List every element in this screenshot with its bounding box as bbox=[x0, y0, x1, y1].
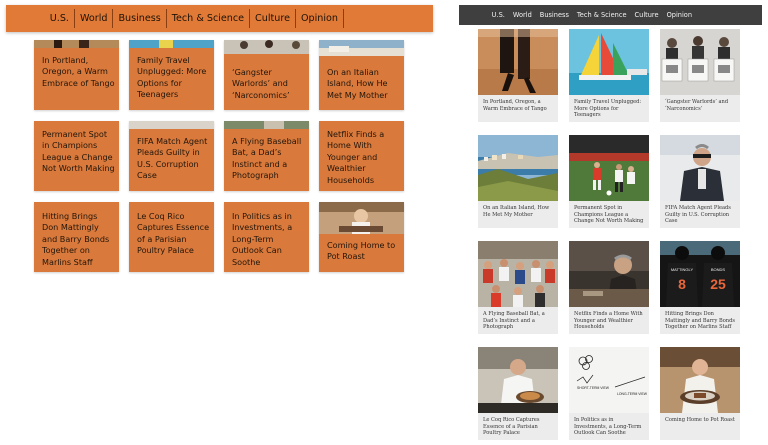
protest-photo bbox=[660, 29, 740, 95]
right-tile-netflix[interactable]: Netflix Finds a Home With Younger and We… bbox=[569, 241, 649, 334]
tile-headline: A Flying Baseball Bat, a Dad’s Instinct … bbox=[483, 311, 545, 331]
jersey-number-mattingly: 8 bbox=[678, 276, 686, 292]
jersey-name-bonds: BONDS bbox=[711, 267, 726, 272]
tile-headline: Netflix Finds a Home With Younger and We… bbox=[327, 129, 385, 185]
nav-item-culture[interactable]: Culture bbox=[631, 11, 663, 19]
tile-headline: FIFA Match Agent Pleads Guilty in U.S. C… bbox=[665, 205, 731, 225]
tile-headline: Family Travel Unplugged: More Options fo… bbox=[137, 55, 207, 100]
left-tile-italian-island[interactable]: On an Italian Island, How He Met My Moth… bbox=[319, 40, 404, 110]
soccer-photo bbox=[569, 135, 649, 201]
nav-item-opinion[interactable]: Opinion bbox=[663, 11, 696, 19]
nav-item-world[interactable]: World bbox=[73, 9, 113, 28]
right-tile-mattingly-bonds[interactable]: MATTINGLY 8 BONDS 25 Hitting Brings Don … bbox=[660, 241, 740, 334]
tile-photo-strip bbox=[224, 121, 309, 129]
tile-headline: Le Coq Rico Captures Essence of a Parisi… bbox=[137, 211, 210, 256]
jersey-number-bonds: 25 bbox=[710, 276, 726, 292]
right-tile-le-coq-rico[interactable]: Le Coq Rico Captures Essence of a Parisi… bbox=[478, 347, 558, 440]
right-tile-champions-league[interactable]: Permanent Spot in Champions League a Cha… bbox=[569, 135, 649, 228]
right-tile-fifa[interactable]: FIFA Match Agent Pleads Guilty in U.S. C… bbox=[660, 135, 740, 228]
nav-item-business[interactable]: Business bbox=[112, 9, 165, 28]
nav-item-us[interactable]: U.S. bbox=[45, 9, 74, 28]
right-tile-italian-island[interactable]: On an Italian Island, How He Met My Moth… bbox=[478, 135, 558, 228]
tile-headline: On an Italian Island, How He Met My Moth… bbox=[483, 205, 550, 218]
left-tile-champions-league[interactable]: Permanent Spot in Champions League a Cha… bbox=[34, 121, 119, 191]
tile-headline: Permanent Spot in Champions League a Cha… bbox=[42, 129, 115, 174]
tile-photo-strip bbox=[224, 40, 309, 54]
chef-photo bbox=[478, 347, 558, 413]
marlins-players-photo: MATTINGLY 8 BONDS 25 bbox=[660, 241, 740, 307]
tile-headline: A Flying Baseball Bat, a Dad’s Instinct … bbox=[232, 136, 302, 181]
tile-headline: Netflix Finds a Home With Younger and We… bbox=[574, 311, 643, 331]
tile-photo-strip bbox=[129, 40, 214, 48]
right-tile-tango[interactable]: In Portland, Oregon, a Warm Embrace of T… bbox=[478, 29, 558, 122]
tile-headline: On an Italian Island, How He Met My Moth… bbox=[327, 67, 388, 100]
baseball-crowd-photo bbox=[478, 241, 558, 307]
nav-item-world[interactable]: World bbox=[509, 11, 536, 19]
left-tile-le-coq-rico[interactable]: Le Coq Rico Captures Essence of a Parisi… bbox=[129, 202, 214, 272]
tile-headline: Le Coq Rico Captures Essence of a Parisi… bbox=[483, 417, 540, 437]
tile-photo-strip bbox=[129, 121, 214, 129]
right-tile-baseball-bat[interactable]: A Flying Baseball Bat, a Dad’s Instinct … bbox=[478, 241, 558, 334]
tango-photo bbox=[478, 29, 558, 95]
tile-photo bbox=[319, 202, 404, 234]
tile-headline: In Politics as in Investments, a Long-Te… bbox=[574, 417, 642, 437]
left-tile-family-travel[interactable]: Family Travel Unplugged: More Options fo… bbox=[129, 40, 214, 110]
tile-headline: Coming Home to Pot Roast bbox=[327, 240, 396, 262]
tile-headline: In Politics as in Investments, a Long-Te… bbox=[232, 211, 293, 267]
nav-item-culture[interactable]: Culture bbox=[249, 9, 295, 28]
left-tile-tango[interactable]: In Portland, Oregon, a Warm Embrace of T… bbox=[34, 40, 119, 110]
tile-photo-strip bbox=[319, 40, 404, 56]
left-tile-netflix[interactable]: Netflix Finds a Home With Younger and We… bbox=[319, 121, 404, 191]
right-tile-pot-roast[interactable]: Coming Home to Pot Roast bbox=[660, 347, 740, 440]
left-tile-mattingly-bonds[interactable]: Hitting Brings Don Mattingly and Barry B… bbox=[34, 202, 119, 272]
nav-item-opinion[interactable]: Opinion bbox=[294, 9, 344, 28]
left-tile-baseball-bat[interactable]: A Flying Baseball Bat, a Dad’s Instinct … bbox=[224, 121, 309, 191]
nav-item-us[interactable]: U.S. bbox=[488, 11, 509, 19]
sketch-label-short-term: SHORT-TERM VIEW bbox=[577, 386, 610, 390]
netflix-exec-photo bbox=[569, 241, 649, 307]
tile-headline: Hitting Brings Don Mattingly and Barry B… bbox=[42, 211, 110, 267]
sketch-illustration: SHORT-TERM VIEW LONG-TERM VIEW bbox=[569, 347, 649, 413]
left-tile-politics-investments[interactable]: In Politics as in Investments, a Long-Te… bbox=[224, 202, 309, 272]
pot-roast-photo bbox=[660, 347, 740, 413]
right-tile-politics-investments[interactable]: SHORT-TERM VIEW LONG-TERM VIEW In Politi… bbox=[569, 347, 649, 440]
tile-headline: Family Travel Unplugged: More Options fo… bbox=[574, 99, 642, 119]
sketch-label-long-term: LONG-TERM VIEW bbox=[617, 392, 648, 396]
tile-headline: In Portland, Oregon, a Warm Embrace of T… bbox=[483, 99, 547, 112]
left-tile-gangster-warlords[interactable]: ‘Gangster Warlords’ and ‘Narconomics’ bbox=[224, 40, 309, 110]
right-tile-gangster-warlords[interactable]: ‘Gangster Warlords’ and ‘Narconomics’ bbox=[660, 29, 740, 122]
tile-headline: In Portland, Oregon, a Warm Embrace of T… bbox=[42, 55, 115, 88]
left-article-grid: In Portland, Oregon, a Warm Embrace of T… bbox=[34, 40, 408, 272]
left-tile-fifa[interactable]: FIFA Match Agent Pleads Guilty in U.S. C… bbox=[129, 121, 214, 191]
tile-headline: Hitting Brings Don Mattingly and Barry B… bbox=[665, 311, 735, 331]
right-tile-family-travel[interactable]: Family Travel Unplugged: More Options fo… bbox=[569, 29, 649, 122]
nav-item-tech-science[interactable]: Tech & Science bbox=[573, 11, 631, 19]
jersey-name-mattingly: MATTINGLY bbox=[671, 267, 694, 272]
sailboat-photo bbox=[569, 29, 649, 95]
nav-item-tech-science[interactable]: Tech & Science bbox=[165, 9, 249, 28]
tile-photo-strip bbox=[34, 40, 119, 48]
nav-item-business[interactable]: Business bbox=[536, 11, 573, 19]
tile-headline: ‘Gangster Warlords’ and ‘Narconomics’ bbox=[665, 99, 729, 112]
right-nav-bar: U.S. World Business Tech & Science Cultu… bbox=[459, 5, 762, 25]
tile-headline: FIFA Match Agent Pleads Guilty in U.S. C… bbox=[137, 136, 208, 181]
left-tile-pot-roast[interactable]: Coming Home to Pot Roast bbox=[319, 202, 404, 272]
fifa-agent-photo bbox=[660, 135, 740, 201]
right-article-grid: In Portland, Oregon, a Warm Embrace of T… bbox=[478, 29, 741, 440]
tile-headline: ‘Gangster Warlords’ and ‘Narconomics’ bbox=[232, 67, 290, 100]
tile-headline: Permanent Spot in Champions League a Cha… bbox=[574, 205, 644, 225]
left-nav-bar: U.S. World Business Tech & Science Cultu… bbox=[6, 5, 433, 32]
tile-headline: Coming Home to Pot Roast bbox=[665, 417, 735, 423]
island-photo bbox=[478, 135, 558, 201]
